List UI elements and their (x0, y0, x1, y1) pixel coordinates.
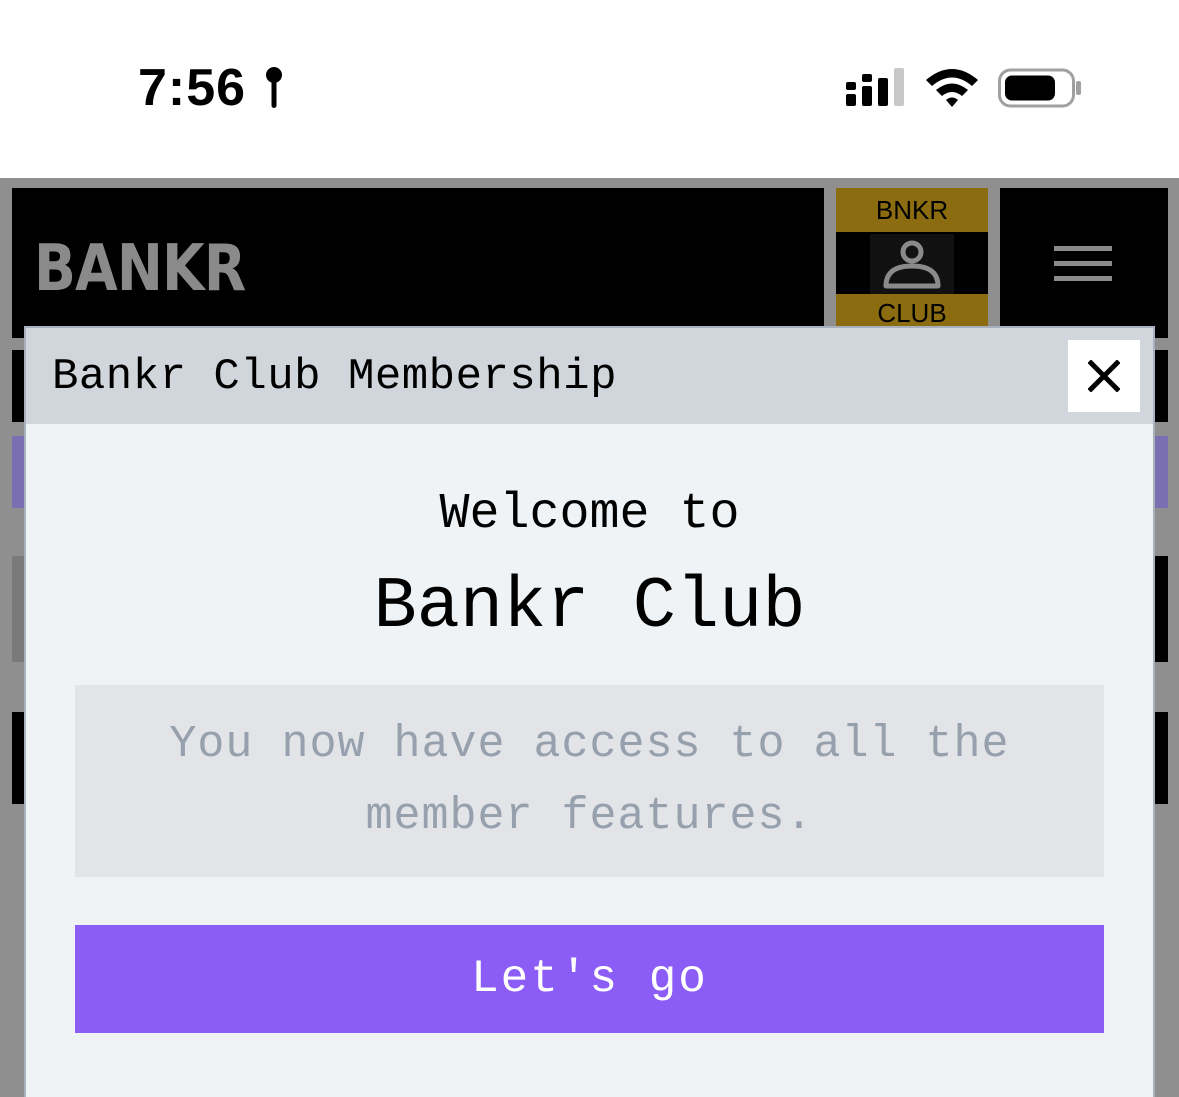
user-icon (870, 234, 954, 294)
background-panel (1154, 350, 1168, 422)
background-panel (1154, 712, 1168, 804)
modal-title: Bankr Club Membership (52, 352, 617, 402)
club-badge-button[interactable]: BNKR CLUB (836, 188, 988, 328)
status-time: 7:56 (138, 59, 247, 117)
close-button[interactable] (1068, 340, 1140, 412)
lets-go-button[interactable]: Let's go (75, 925, 1104, 1033)
background-panel (1154, 436, 1168, 508)
signal-icon (846, 68, 904, 106)
info-box: You now have access to all the member fe… (75, 685, 1104, 877)
modal-header: Bankr Club Membership (26, 328, 1153, 424)
membership-modal: Bankr Club Membership Welcome to Bankr C… (24, 326, 1155, 1097)
badge-top-label: BNKR (836, 188, 988, 232)
screen: 7:56 BANKR BNKR CLUB Bankr Club Membersh… (0, 0, 1179, 1097)
hamburger-menu-icon[interactable] (1054, 244, 1112, 284)
battery-icon (998, 68, 1081, 108)
brand-logo[interactable]: BANKR (34, 232, 246, 306)
background-panel (1154, 556, 1168, 662)
wifi-icon (926, 69, 978, 107)
club-name: Bankr Club (373, 566, 806, 648)
close-icon (1088, 360, 1120, 392)
welcome-text: Welcome to (439, 486, 740, 543)
info-message: You now have access to all the member fe… (169, 719, 1010, 842)
status-bar: 7:56 (0, 0, 1179, 178)
badge-bottom-label: CLUB (836, 294, 988, 328)
location-icon (266, 67, 282, 108)
